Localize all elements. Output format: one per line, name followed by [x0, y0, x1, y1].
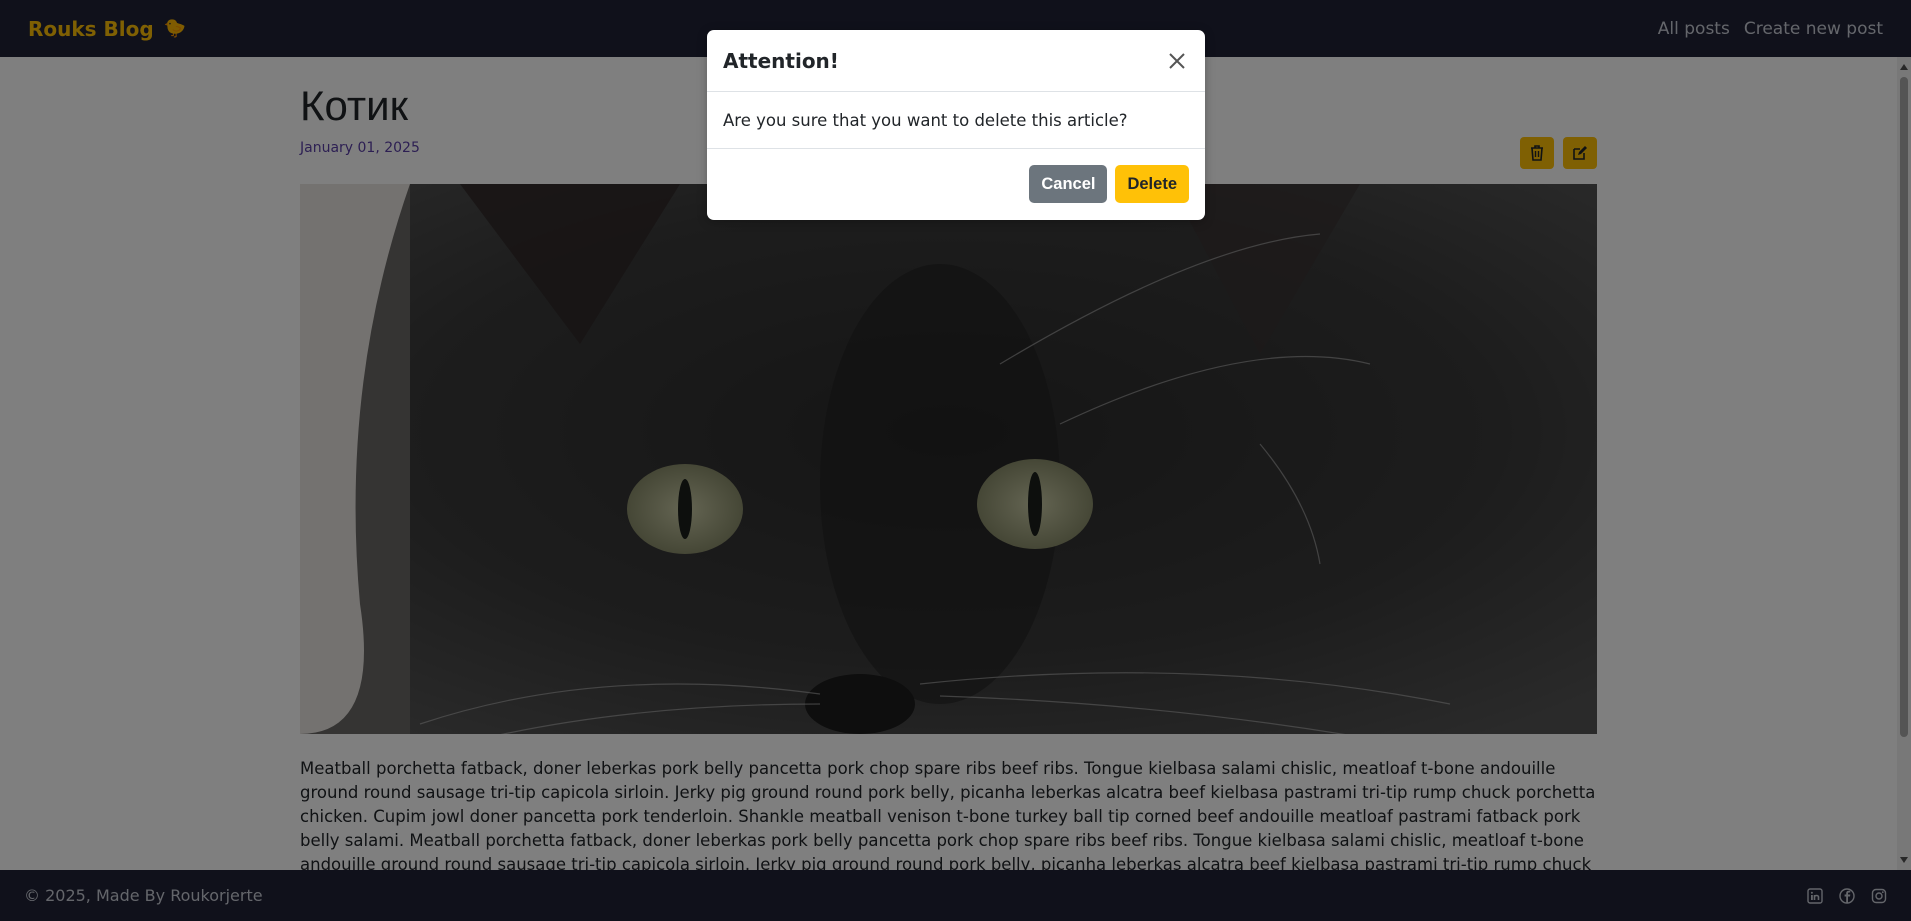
- close-icon: [1169, 52, 1185, 69]
- close-button[interactable]: [1165, 49, 1189, 73]
- modal-title: Attention!: [723, 48, 839, 73]
- modal-header: Attention!: [707, 30, 1205, 92]
- cancel-button[interactable]: Cancel: [1029, 165, 1108, 203]
- delete-confirm-modal: Attention! Are you sure that you want to…: [707, 30, 1205, 220]
- confirm-delete-button[interactable]: Delete: [1115, 165, 1189, 203]
- modal-message: Are you sure that you want to delete thi…: [723, 110, 1128, 130]
- modal-footer: Cancel Delete: [707, 149, 1205, 219]
- modal-body: Are you sure that you want to delete thi…: [707, 92, 1205, 149]
